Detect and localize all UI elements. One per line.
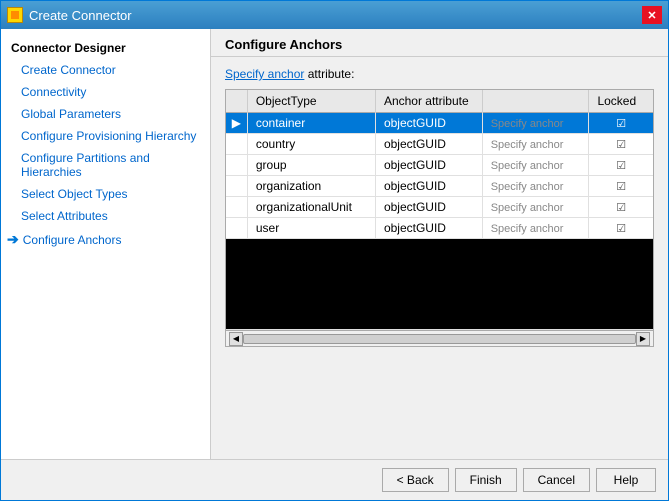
locked-checkbox-icon: ☑ <box>616 223 626 235</box>
table-row[interactable]: user objectGUID Specify anchor ☑ <box>226 218 653 239</box>
specify-anchor-button[interactable]: Specify anchor <box>491 160 564 172</box>
cell-specify[interactable]: Specify anchor <box>482 155 589 176</box>
title-bar: Create Connector ✕ <box>1 1 668 29</box>
sidebar: Connector Designer Create Connector Conn… <box>1 29 211 459</box>
sidebar-item-configure-partitions-and-hierarchies[interactable]: Configure Partitions and Hierarchies <box>1 147 210 183</box>
row-arrow-icon <box>226 155 247 176</box>
black-area-row <box>226 239 653 330</box>
cell-anchor: objectGUID <box>375 176 482 197</box>
cell-objecttype: organizationalUnit <box>247 197 375 218</box>
panel-body: Specify anchor attribute: ObjectType Anc… <box>211 57 668 459</box>
cell-objecttype: organization <box>247 176 375 197</box>
locked-checkbox-icon: ☑ <box>616 181 626 193</box>
specify-anchor-button[interactable]: Specify anchor <box>491 223 564 235</box>
cell-objecttype: country <box>247 134 375 155</box>
finish-button[interactable]: Finish <box>455 468 517 492</box>
cell-objecttype: container <box>247 113 375 134</box>
row-arrow-icon <box>226 218 247 239</box>
col-header-arrow <box>226 90 247 113</box>
cell-locked: ☑ <box>589 113 653 134</box>
app-icon <box>7 7 23 23</box>
specify-anchor-rest: attribute: <box>304 67 354 81</box>
cell-objecttype: group <box>247 155 375 176</box>
sidebar-label-connectivity: Connectivity <box>21 85 86 99</box>
sidebar-item-connectivity[interactable]: Connectivity <box>1 81 210 103</box>
locked-checkbox-icon: ☑ <box>616 160 626 172</box>
specify-anchor-link[interactable]: Specify anchor <box>225 67 304 81</box>
table-row[interactable]: group objectGUID Specify anchor ☑ <box>226 155 653 176</box>
cell-specify[interactable]: Specify anchor <box>482 197 589 218</box>
sidebar-header: Connector Designer <box>1 37 210 59</box>
cell-specify[interactable]: Specify anchor <box>482 176 589 197</box>
table-header-row: ObjectType Anchor attribute Locked <box>226 90 653 113</box>
col-header-locked: Locked <box>589 90 653 113</box>
row-arrow-icon <box>226 134 247 155</box>
col-header-specify <box>482 90 589 113</box>
specify-anchor-button[interactable]: Specify anchor <box>491 181 564 193</box>
locked-checkbox-icon: ☑ <box>616 202 626 214</box>
title-bar-left: Create Connector <box>7 7 132 23</box>
cell-anchor: objectGUID <box>375 134 482 155</box>
specify-anchor-label: Specify anchor attribute: <box>225 67 654 81</box>
cell-anchor: objectGUID <box>375 113 482 134</box>
cell-specify[interactable]: Specify anchor <box>482 134 589 155</box>
sidebar-item-global-parameters[interactable]: Global Parameters <box>1 103 210 125</box>
main-window: Create Connector ✕ Connector Designer Cr… <box>0 0 669 501</box>
sidebar-label-select-attributes: Select Attributes <box>21 209 108 223</box>
horizontal-scrollbar[interactable] <box>243 334 636 344</box>
sidebar-label-configure-partitions-and-hierarchies: Configure Partitions and Hierarchies <box>21 151 200 179</box>
sidebar-item-select-object-types[interactable]: Select Object Types <box>1 183 210 205</box>
main-content: Connector Designer Create Connector Conn… <box>1 29 668 459</box>
panel-header: Configure Anchors <box>211 29 668 57</box>
specify-anchor-button[interactable]: Specify anchor <box>491 118 564 130</box>
locked-checkbox-icon: ☑ <box>616 118 626 130</box>
cell-locked: ☑ <box>589 218 653 239</box>
sidebar-label-global-parameters: Global Parameters <box>21 107 121 121</box>
anchors-table: ObjectType Anchor attribute Locked ▶ con… <box>226 90 653 330</box>
cell-locked: ☑ <box>589 134 653 155</box>
table-container: ObjectType Anchor attribute Locked ▶ con… <box>225 89 654 331</box>
sidebar-item-create-connector[interactable]: Create Connector <box>1 59 210 81</box>
cell-locked: ☑ <box>589 197 653 218</box>
cell-anchor: objectGUID <box>375 218 482 239</box>
row-arrow-icon <box>226 197 247 218</box>
sidebar-item-configure-provisioning-hierarchy[interactable]: Configure Provisioning Hierarchy <box>1 125 210 147</box>
table-row[interactable]: organization objectGUID Specify anchor ☑ <box>226 176 653 197</box>
cancel-button[interactable]: Cancel <box>523 468 590 492</box>
help-button[interactable]: Help <box>596 468 656 492</box>
cell-objecttype: user <box>247 218 375 239</box>
sidebar-label-configure-provisioning-hierarchy: Configure Provisioning Hierarchy <box>21 129 196 143</box>
col-header-anchor: Anchor attribute <box>375 90 482 113</box>
row-arrow-icon: ▶ <box>226 113 247 134</box>
horizontal-scrollbar-area: ◀ ▶ <box>225 331 654 347</box>
close-button[interactable]: ✕ <box>642 6 662 24</box>
row-arrow-icon <box>226 176 247 197</box>
back-button[interactable]: < Back <box>382 468 449 492</box>
specify-anchor-button[interactable]: Specify anchor <box>491 139 564 151</box>
window-title: Create Connector <box>29 8 132 23</box>
footer: < Back Finish Cancel Help <box>1 459 668 500</box>
current-item-arrow-icon: ➔ <box>7 231 19 248</box>
sidebar-label-select-object-types: Select Object Types <box>21 187 128 201</box>
cell-anchor: objectGUID <box>375 197 482 218</box>
sidebar-label-configure-anchors: Configure Anchors <box>23 233 122 247</box>
table-row[interactable]: organizationalUnit objectGUID Specify an… <box>226 197 653 218</box>
cell-locked: ☑ <box>589 176 653 197</box>
black-area <box>226 239 653 329</box>
scroll-left-button[interactable]: ◀ <box>229 332 243 346</box>
cell-specify[interactable]: Specify anchor <box>482 218 589 239</box>
cell-anchor: objectGUID <box>375 155 482 176</box>
sidebar-label-create-connector: Create Connector <box>21 63 116 77</box>
locked-checkbox-icon: ☑ <box>616 139 626 151</box>
specify-anchor-button[interactable]: Specify anchor <box>491 202 564 214</box>
table-row[interactable]: country objectGUID Specify anchor ☑ <box>226 134 653 155</box>
scroll-right-button[interactable]: ▶ <box>636 332 650 346</box>
cell-locked: ☑ <box>589 155 653 176</box>
cell-specify[interactable]: Specify anchor <box>482 113 589 134</box>
sidebar-item-select-attributes[interactable]: Select Attributes <box>1 205 210 227</box>
col-header-objecttype: ObjectType <box>247 90 375 113</box>
table-row[interactable]: ▶ container objectGUID Specify anchor ☑ <box>226 113 653 134</box>
right-panel: Configure Anchors Specify anchor attribu… <box>211 29 668 459</box>
sidebar-item-configure-anchors[interactable]: ➔ Configure Anchors <box>1 227 210 252</box>
